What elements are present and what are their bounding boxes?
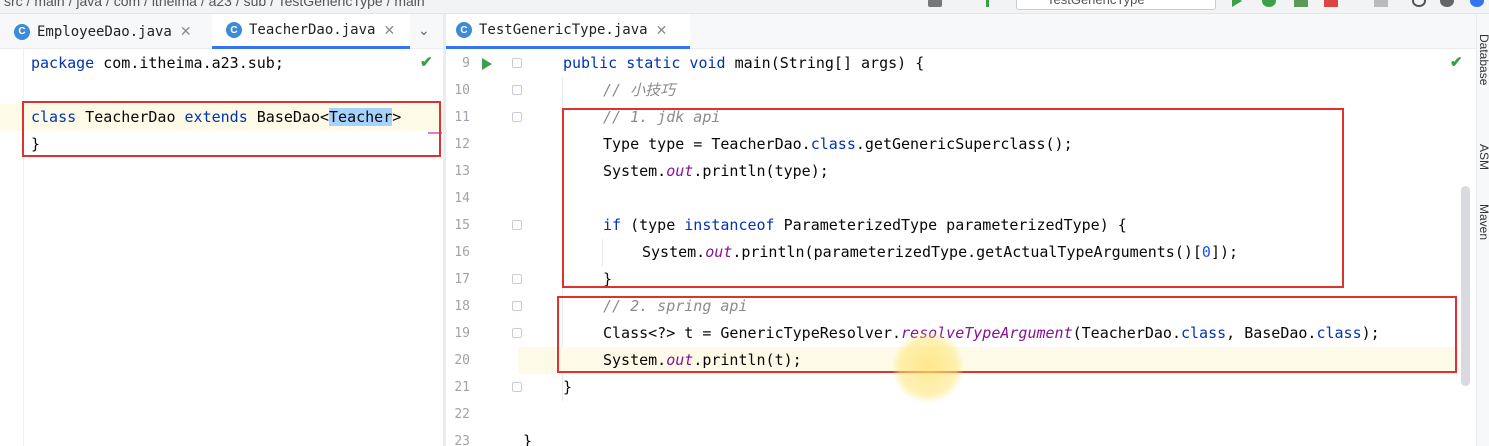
tool-window-maven[interactable]: Maven — [1477, 204, 1489, 240]
fold-icon[interactable] — [512, 85, 522, 95]
tab-employeedao[interactable]: C EmployeeDao.java ✕ — [0, 14, 210, 49]
code-line: // 2. spring api — [603, 297, 748, 315]
error-stripe-mark — [428, 132, 442, 134]
editor-scrollbar[interactable] — [1461, 186, 1470, 386]
navigation-bar: src / main / java / com / itheima / a23 … — [0, 0, 1489, 14]
user-icon[interactable] — [928, 0, 942, 7]
search-icon[interactable] — [1412, 0, 1426, 7]
debug-icon[interactable] — [1262, 0, 1276, 7]
run-configuration-selector[interactable]: TestGenericType — [1016, 0, 1216, 10]
tab-label: TestGenericType.java — [479, 22, 648, 38]
code-line: } — [31, 135, 41, 153]
class-icon: C — [456, 22, 472, 38]
code-line-current: System.out.println(t); — [518, 347, 1458, 374]
class-icon: C — [226, 22, 242, 38]
code-line: System.out.println(type); — [603, 162, 829, 180]
settings-gear-icon[interactable] — [1440, 0, 1454, 7]
tool-window-asm[interactable]: ASM — [1477, 144, 1489, 170]
fold-icon[interactable] — [512, 328, 522, 338]
tool-window-database[interactable]: Database — [1477, 34, 1489, 85]
right-editor-tabbar: C TestGenericType.java ✕ — [446, 14, 1476, 49]
stop-icon[interactable] — [1374, 0, 1388, 7]
fold-icon[interactable] — [512, 220, 522, 230]
code-line: } — [523, 432, 533, 446]
tab-label: TeacherDao.java — [249, 22, 376, 38]
code-line: if (type instanceof ParameterizedType pa… — [603, 216, 1127, 234]
fold-icon[interactable] — [512, 58, 522, 68]
left-code-editor[interactable]: package com.itheima.a23.sub; ✔ class Tea… — [0, 49, 443, 446]
code-line: Type type = TeacherDao.class.getGenericS… — [603, 135, 1073, 153]
jetbrains-icon[interactable] — [1470, 0, 1484, 7]
code-line: System.out.println(parameterizedType.get… — [642, 243, 1239, 261]
code-line: package com.itheima.a23.sub; — [31, 54, 284, 72]
fold-icon[interactable] — [512, 382, 522, 392]
fold-icon[interactable] — [512, 274, 522, 284]
breadcrumb[interactable]: src / main / java / com / itheima / a23 … — [4, 0, 425, 9]
coverage-icon[interactable] — [1294, 0, 1308, 7]
code-line: } — [563, 378, 573, 396]
right-tool-window-bar: Database ASM Maven — [1476, 14, 1489, 446]
class-icon: C — [14, 23, 30, 40]
run-icon[interactable] — [1232, 0, 1242, 7]
code-line: // 小技巧 — [603, 81, 676, 99]
inspection-ok-icon[interactable]: ✔ — [1450, 53, 1463, 71]
fold-icon[interactable] — [512, 112, 522, 122]
left-editor-tabbar: C EmployeeDao.java ✕ C TeacherDao.java ✕… — [0, 14, 444, 49]
profiler-icon[interactable] — [1324, 0, 1338, 7]
code-line: } — [603, 270, 613, 288]
close-icon[interactable]: ✕ — [180, 23, 192, 40]
selected-text: Teacher — [329, 108, 393, 126]
fold-icon[interactable] — [512, 301, 522, 311]
chevron-down-icon[interactable]: ⌄ — [418, 22, 430, 39]
right-code-editor[interactable]: 9 10 11 12 13 14 15 16 17 18 19 20 21 22… — [446, 49, 1476, 446]
line-number-gutter[interactable]: 9 10 11 12 13 14 15 16 17 18 19 20 21 22… — [446, 49, 522, 446]
code-line: Class<?> t = GenericTypeResolver.resolve… — [603, 324, 1380, 342]
inspection-ok-icon[interactable]: ✔ — [420, 53, 433, 71]
code-line: public static void main(String[] args) { — [563, 54, 925, 72]
tab-label: EmployeeDao.java — [37, 23, 172, 40]
close-icon[interactable]: ✕ — [383, 22, 395, 39]
close-icon[interactable]: ✕ — [656, 22, 668, 39]
code-line: // 1. jdk api — [603, 108, 721, 126]
tab-testgenerictype[interactable]: C TestGenericType.java ✕ — [446, 14, 690, 49]
vcs-arrow-icon[interactable] — [986, 0, 1000, 7]
code-line-current: class TeacherDao extends BaseDao<Teacher… — [0, 104, 443, 131]
run-main-icon[interactable] — [482, 58, 492, 70]
tab-teacherdao[interactable]: C TeacherDao.java ✕ — [212, 14, 410, 49]
